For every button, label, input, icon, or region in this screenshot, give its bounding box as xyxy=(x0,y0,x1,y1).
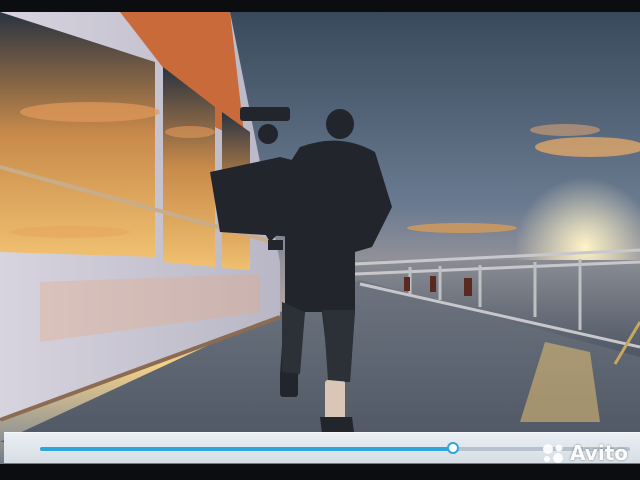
seek-thumb-icon[interactable] xyxy=(447,442,459,454)
avito-watermark: Avito xyxy=(540,441,628,465)
video-scene xyxy=(0,12,640,442)
watermark-label: Avito xyxy=(570,441,628,465)
bezel-bottom xyxy=(0,464,640,480)
monitor-bezel: Avito xyxy=(0,0,640,480)
seek-progress-fill xyxy=(40,447,453,451)
video-player-screen xyxy=(0,12,640,464)
video-frame[interactable] xyxy=(0,12,640,442)
avito-dots-icon xyxy=(543,444,564,463)
